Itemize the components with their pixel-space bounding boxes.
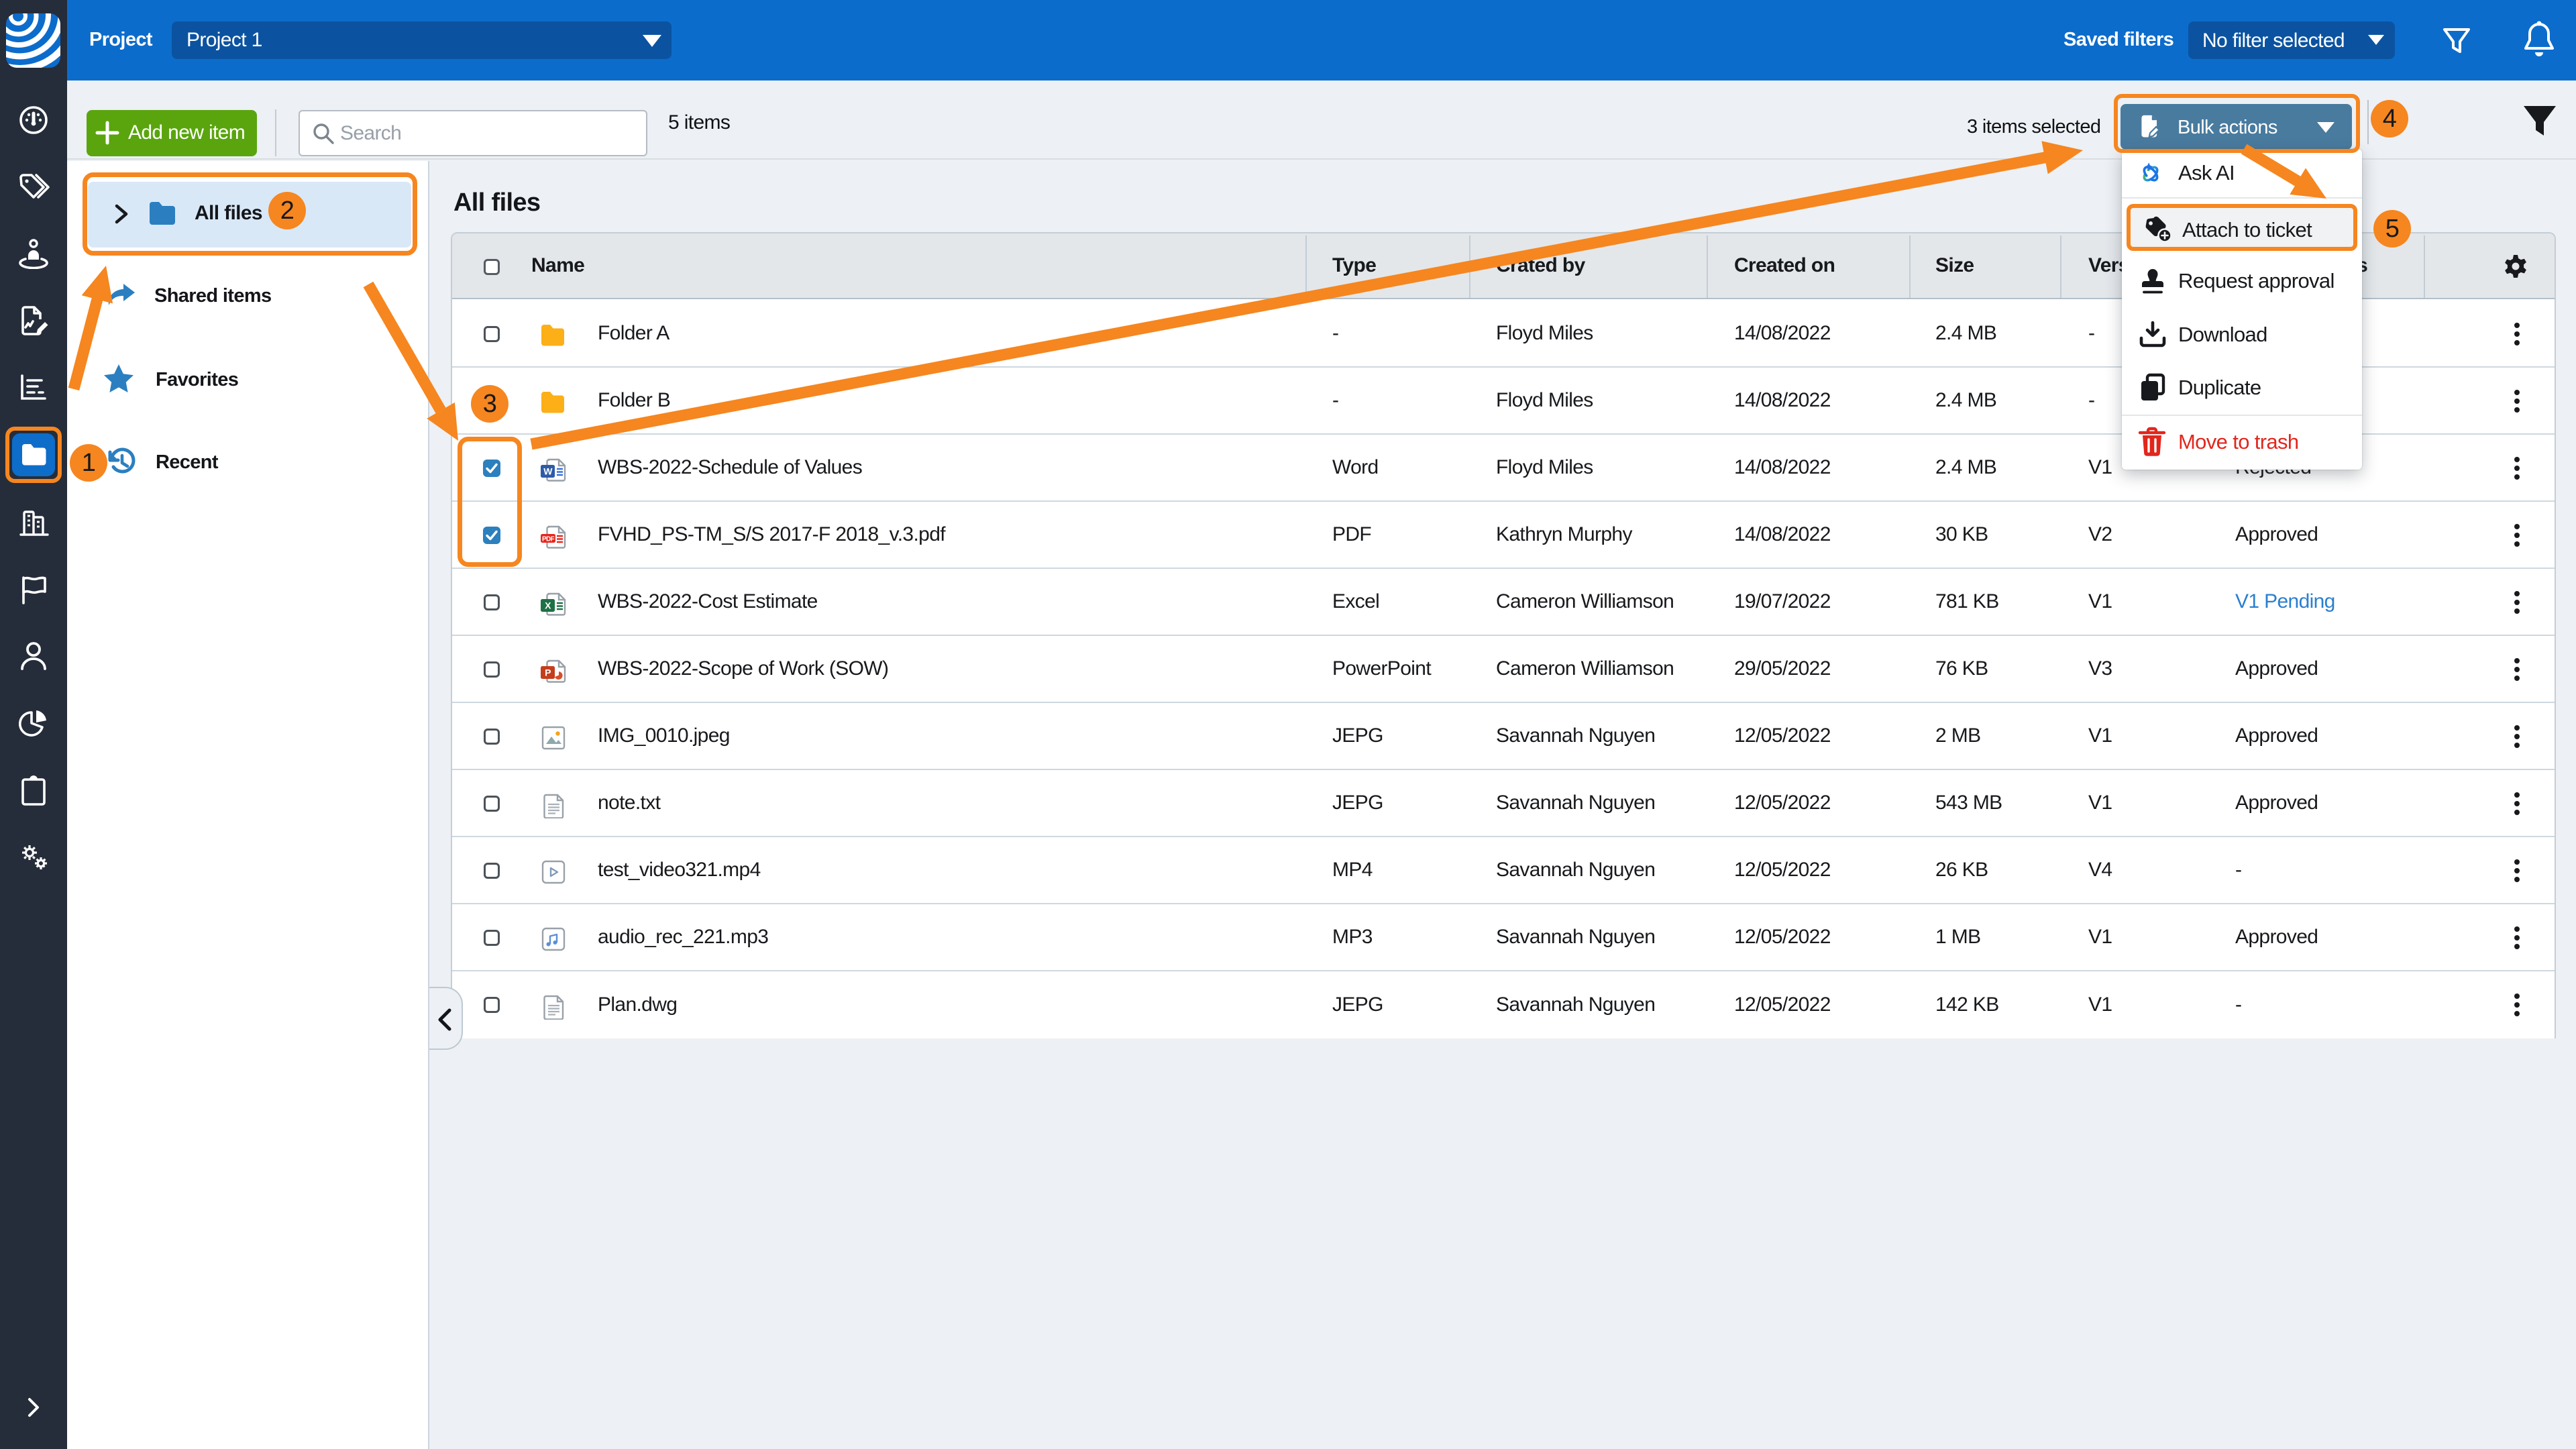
svg-text:W: W xyxy=(543,466,553,477)
svg-text:X: X xyxy=(545,600,551,611)
svg-text:P: P xyxy=(545,667,551,678)
svg-text:PDF: PDF xyxy=(542,536,555,543)
